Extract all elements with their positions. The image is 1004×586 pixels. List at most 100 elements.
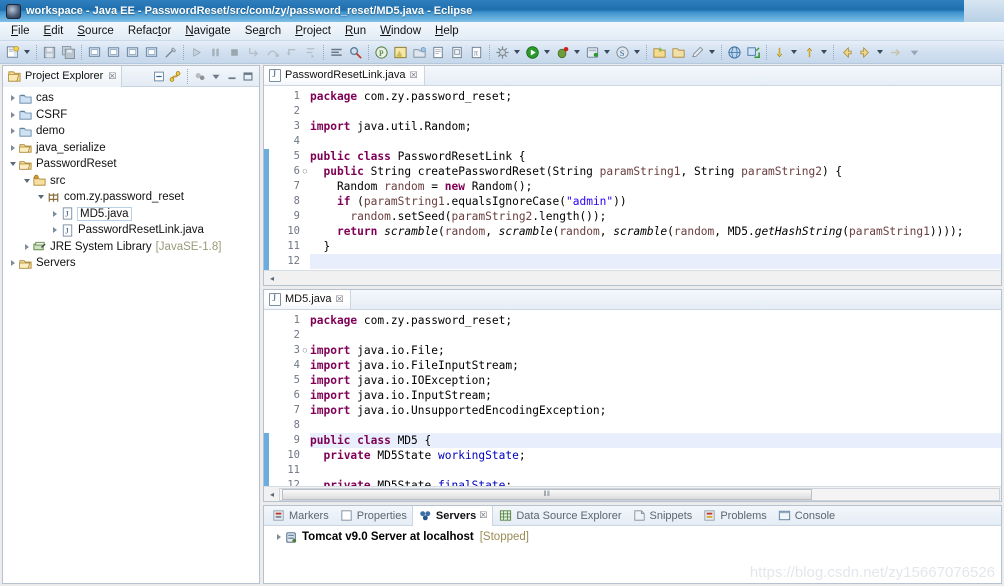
link-with-editor-icon[interactable] [168, 69, 182, 83]
code-line[interactable]: import java.io.FileInputStream; [310, 358, 1001, 373]
code-line[interactable]: import java.io.File; [310, 343, 1001, 358]
scroll-track-bottom[interactable]: ‖‖ [279, 487, 1000, 501]
code-line[interactable]: if (paramString1.equalsIgnoreCase("admin… [310, 194, 1001, 209]
external-tools-icon[interactable] [494, 44, 511, 61]
close-icon[interactable]: ☒ [335, 294, 343, 305]
previous-annotation-icon[interactable] [801, 44, 818, 61]
code-area-top[interactable]: 123456○78910111213○ package com.zy.passw… [264, 86, 1001, 270]
code-text-bottom[interactable]: package com.zy.password_reset; import ja… [303, 310, 1001, 486]
chevron-down-icon[interactable] [572, 44, 581, 61]
resume-icon[interactable] [188, 44, 205, 61]
chevron-down-icon[interactable] [789, 44, 798, 61]
web-browser-icon[interactable] [726, 44, 743, 61]
fold-marker-icon[interactable]: ○ [300, 347, 307, 354]
focus-on-active-task-icon[interactable] [193, 69, 207, 83]
chevron-down-icon[interactable] [707, 44, 716, 61]
code-line[interactable]: Random random = new Random(); [310, 179, 1001, 194]
code-line[interactable]: public static String scramble(Random par… [310, 269, 1001, 270]
chevron-down-icon[interactable] [512, 44, 521, 61]
close-icon[interactable]: ☒ [479, 510, 487, 521]
code-line[interactable]: package com.zy.password_reset; [310, 313, 1001, 328]
step-over-icon[interactable] [264, 44, 281, 61]
code-line[interactable]: public class PasswordResetLink { [310, 149, 1001, 164]
chevron-right-icon[interactable] [7, 95, 18, 101]
next-edit-icon[interactable] [887, 44, 904, 61]
chevron-down-icon[interactable] [632, 44, 641, 61]
debug-icon[interactable] [554, 44, 571, 61]
chevron-right-icon[interactable] [21, 244, 32, 250]
code-line[interactable]: } [310, 239, 1001, 254]
tab-passwordresetlink-java[interactable]: PasswordResetLink.java ☒ [264, 66, 425, 85]
code-line[interactable]: public class MD5 { [310, 433, 1001, 448]
minimize-icon[interactable] [225, 69, 239, 83]
print-icon[interactable] [124, 44, 141, 61]
code-area-bottom[interactable]: 123○45678910111213 package com.zy.passwo… [264, 310, 1001, 486]
code-line[interactable] [310, 254, 1001, 269]
bottom-tab-snippets[interactable]: Snippets [627, 506, 698, 526]
tree-item-src[interactable]: src [3, 173, 259, 190]
code-text-top[interactable]: package com.zy.password_reset; import ja… [303, 86, 1001, 270]
back-icon[interactable] [838, 44, 855, 61]
chevron-right-icon[interactable] [49, 227, 60, 233]
tab-project-explorer[interactable]: Project Explorer ☒ [3, 65, 123, 87]
menu-search[interactable]: Search [238, 24, 288, 38]
new-java-project-icon[interactable] [430, 44, 447, 61]
save-all-icon[interactable] [60, 44, 77, 61]
code-line[interactable] [310, 328, 1001, 343]
deploy-icon[interactable] [745, 44, 762, 61]
new-package-icon[interactable] [449, 44, 466, 61]
menu-window[interactable]: Window [373, 24, 428, 38]
tree-item-java-serialize[interactable]: java_serialize [3, 140, 259, 157]
new-wizard-icon[interactable] [4, 44, 21, 61]
chevron-down-icon[interactable] [602, 44, 611, 61]
chevron-down-icon[interactable] [35, 195, 46, 199]
collapse-all-icon[interactable] [152, 69, 166, 83]
tree-item-passwordreset[interactable]: PasswordReset [3, 156, 259, 173]
scroll-track[interactable] [279, 272, 1000, 285]
bottom-tab-console[interactable]: Console [772, 506, 840, 526]
run-icon[interactable] [524, 44, 541, 61]
next-annotation-icon[interactable] [771, 44, 788, 61]
coverage-icon[interactable]: S [614, 44, 631, 61]
tree-item-cas[interactable]: cas [3, 90, 259, 107]
new-ejb-icon[interactable] [651, 44, 668, 61]
scroll-thumb[interactable]: ‖‖ [282, 488, 812, 500]
code-line[interactable]: private MD5State finalState; [310, 478, 1001, 486]
code-line[interactable] [310, 104, 1001, 119]
tree-item-csrf[interactable]: CSRF [3, 107, 259, 124]
menu-source[interactable]: Source [70, 24, 120, 38]
overflow-icon[interactable] [906, 44, 923, 61]
scroll-left-arrow-icon[interactable]: ◂ [265, 272, 279, 285]
forward-icon[interactable] [857, 44, 874, 61]
scroll-left-arrow-icon[interactable]: ◂ [265, 488, 279, 501]
maximize-icon[interactable] [241, 69, 255, 83]
drop-to-frame-icon[interactable] [302, 44, 319, 61]
code-line[interactable] [310, 134, 1001, 149]
chevron-right-icon[interactable] [7, 145, 18, 151]
print-icon[interactable] [105, 44, 122, 61]
bottom-tab-servers[interactable]: Servers ☒ [411, 505, 494, 526]
tree-item-com-zy-password-reset[interactable]: com.zy.password_reset [3, 189, 259, 206]
javaee-perspective-icon[interactable] [392, 44, 409, 61]
chevron-right-icon[interactable] [7, 260, 18, 266]
step-into-icon[interactable] [245, 44, 262, 61]
chevron-down-icon[interactable] [22, 44, 31, 61]
java-perspective-icon[interactable]: P [373, 44, 390, 61]
menu-navigate[interactable]: Navigate [178, 24, 237, 38]
open-type-icon[interactable] [328, 44, 345, 61]
chevron-down-icon[interactable] [21, 179, 32, 183]
tab-md5-java[interactable]: MD5.java ☒ [264, 290, 351, 309]
tree-item-jre-system-library[interactable]: JRE System Library [JavaSE-1.8] [3, 239, 259, 256]
new-folder-icon[interactable] [670, 44, 687, 61]
code-line[interactable]: private MD5State workingState; [310, 448, 1001, 463]
code-line[interactable] [310, 463, 1001, 478]
print-icon[interactable] [86, 44, 103, 61]
chevron-down-icon[interactable] [542, 44, 551, 61]
menu-file[interactable]: File [4, 24, 37, 38]
view-menu-icon[interactable] [209, 69, 223, 83]
code-line[interactable]: import java.io.InputStream; [310, 388, 1001, 403]
bottom-tab-markers[interactable]: Markers [266, 506, 334, 526]
menu-refactor[interactable]: Refactor [121, 24, 178, 38]
code-line[interactable]: package com.zy.password_reset; [310, 89, 1001, 104]
chevron-right-icon[interactable] [49, 211, 60, 217]
